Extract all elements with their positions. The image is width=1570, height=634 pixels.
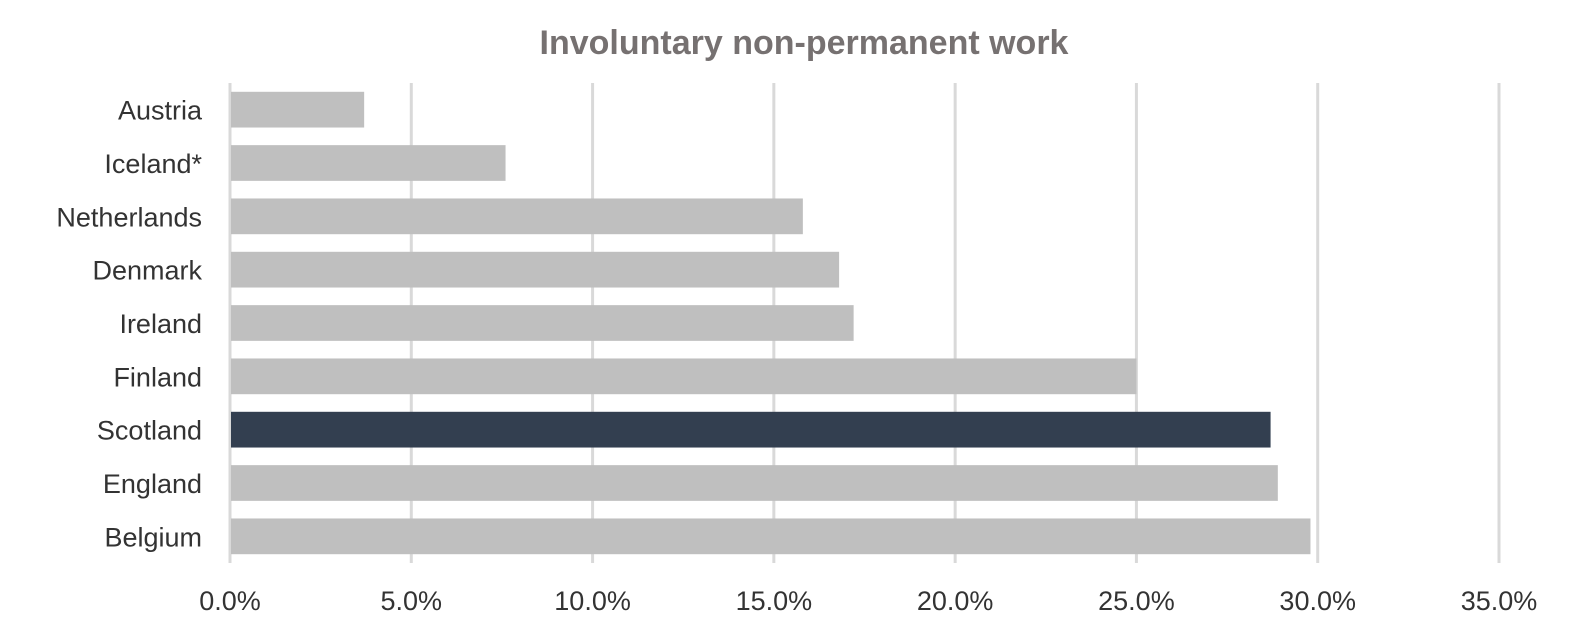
bar-scotland	[231, 411, 1271, 448]
x-tick-label: 30.0%	[1279, 586, 1356, 616]
bar-england	[231, 465, 1278, 501]
chart-title: Involuntary non-permanent work	[540, 24, 1069, 62]
bar-netherlands	[231, 198, 803, 235]
x-tick-label: 15.0%	[736, 586, 813, 616]
bar-chart: Involuntary non-permanent work Austria Ic…	[56, 24, 1537, 616]
category-label: Denmark	[92, 256, 202, 286]
x-tick-label: 25.0%	[1098, 586, 1175, 616]
x-tick-label: 35.0%	[1461, 586, 1538, 616]
bar-iceland	[231, 145, 506, 181]
x-tick-label: 10.0%	[554, 586, 631, 616]
category-label: Scotland	[97, 416, 202, 446]
bar-belgium	[231, 518, 1311, 555]
category-label: Austria	[118, 96, 203, 126]
category-labels: Austria Iceland* Netherlands Denmark Ireland…	[56, 96, 203, 553]
x-tick-label: 20.0%	[917, 586, 994, 616]
x-tick-label: 0.0%	[199, 586, 261, 616]
category-label: Ireland	[119, 309, 202, 339]
bar-finland	[231, 358, 1137, 395]
bars	[231, 91, 1311, 555]
bar-austria	[231, 91, 365, 128]
category-label: England	[103, 469, 202, 499]
x-tick-labels: 0.0% 5.0% 10.0% 15.0% 20.0% 25.0% 30.0% 35.0%	[199, 586, 1537, 616]
x-tick-label: 5.0%	[381, 586, 443, 616]
bar-ireland	[231, 305, 854, 341]
bar-denmark	[231, 251, 840, 288]
category-label: Netherlands	[56, 202, 202, 232]
category-label: Belgium	[104, 522, 202, 552]
category-label: Finland	[113, 362, 202, 392]
category-label: Iceland*	[104, 149, 202, 179]
